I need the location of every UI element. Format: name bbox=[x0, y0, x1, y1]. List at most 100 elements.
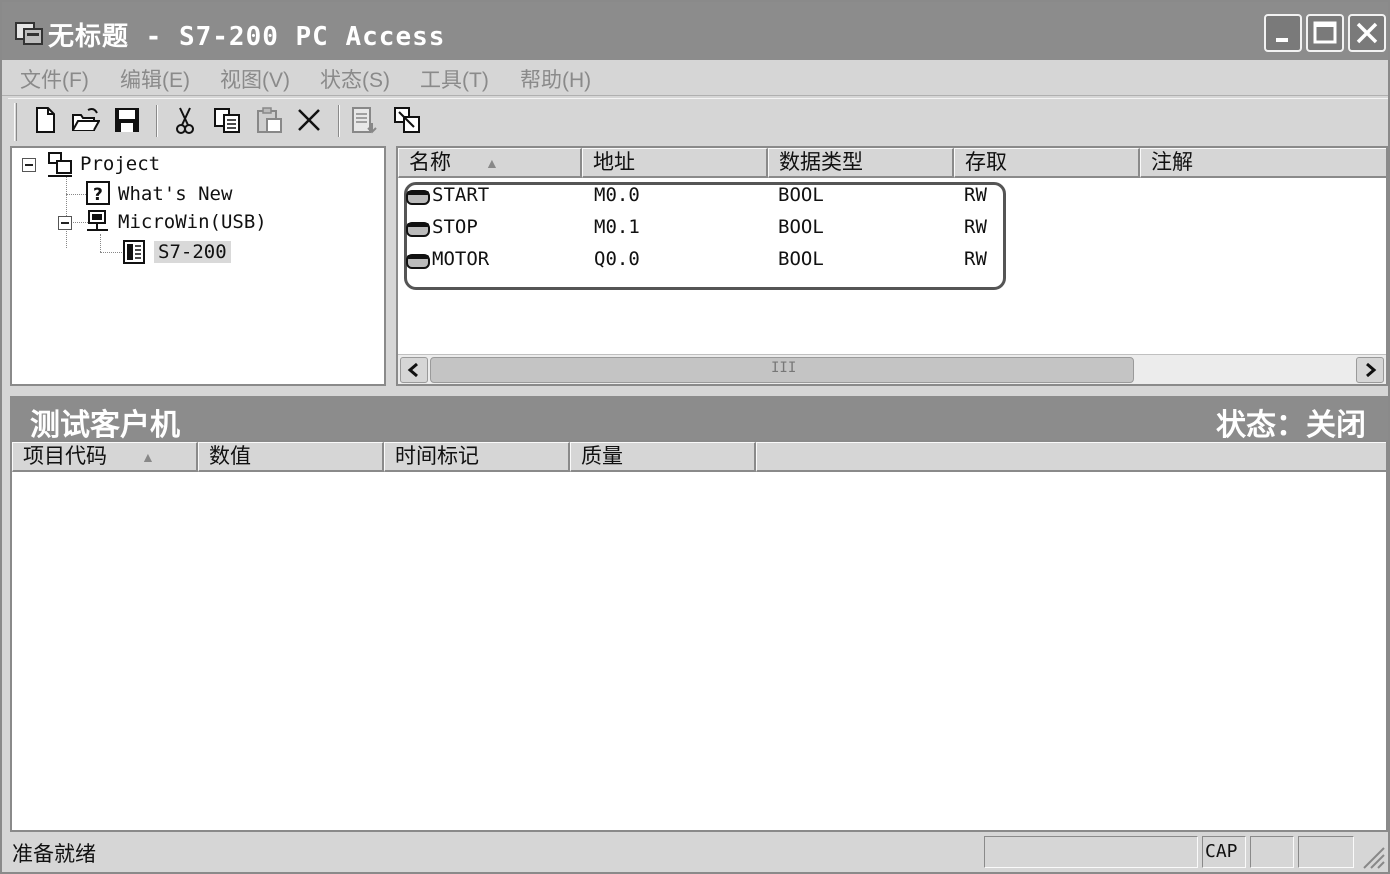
item-name: STOP bbox=[432, 216, 478, 238]
tree-label-s7-200: S7-200 bbox=[154, 241, 231, 263]
toolbar-grip[interactable] bbox=[14, 103, 17, 141]
network-icon bbox=[84, 208, 112, 236]
open-button[interactable] bbox=[68, 103, 102, 139]
item-access: RW bbox=[964, 184, 987, 206]
status-message: 准备就绪 bbox=[12, 843, 96, 866]
item-name: START bbox=[432, 184, 490, 206]
toolbar-separator bbox=[338, 105, 340, 137]
tree-node-project[interactable]: Project bbox=[46, 150, 160, 178]
table-row[interactable]: STOP M0.1 BOOL RW bbox=[398, 214, 1298, 244]
tree-label-project: Project bbox=[80, 153, 161, 175]
column-header-timestamp[interactable]: 时间标记 bbox=[384, 442, 570, 472]
copy-button[interactable] bbox=[210, 103, 244, 139]
column-header-access[interactable]: 存取 bbox=[954, 148, 1140, 178]
sort-ascending-icon: ▲ bbox=[141, 449, 155, 465]
main-window: 无标题 - S7-200 PC Access 文件(F) 编辑(E) 视图(V)… bbox=[0, 0, 1390, 874]
toolbar bbox=[8, 98, 1388, 144]
item-address: Q0.0 bbox=[594, 248, 640, 270]
tree-node-s7-200[interactable]: S7-200 bbox=[120, 238, 231, 266]
num-indicator bbox=[1250, 836, 1294, 868]
column-header-empty bbox=[756, 442, 1386, 472]
tag-icon bbox=[406, 188, 430, 206]
scroll-thumb[interactable]: III bbox=[430, 357, 1134, 383]
menu-help[interactable]: 帮助(H) bbox=[520, 64, 591, 94]
item-access: RW bbox=[964, 248, 987, 270]
project-tree: Project ? What's New MicroWin(USB) S7-20… bbox=[10, 146, 386, 386]
save-icon bbox=[115, 108, 139, 132]
menu-file[interactable]: 文件(F) bbox=[20, 64, 89, 94]
collapse-microwin-toggle[interactable] bbox=[58, 216, 72, 230]
chevron-right-icon bbox=[1366, 362, 1377, 378]
cut-button[interactable] bbox=[168, 103, 202, 139]
item-type: BOOL bbox=[778, 216, 824, 238]
delete-button[interactable] bbox=[292, 103, 326, 139]
tree-node-whats-new[interactable]: ? What's New bbox=[84, 180, 232, 208]
item-access: RW bbox=[964, 216, 987, 238]
caps-indicator: CAP bbox=[1202, 836, 1246, 868]
resize-grip-icon[interactable] bbox=[1358, 842, 1386, 870]
paste-button[interactable] bbox=[252, 103, 286, 139]
item-type: BOOL bbox=[778, 184, 824, 206]
menu-view[interactable]: 视图(V) bbox=[220, 64, 290, 94]
app-icon bbox=[14, 20, 44, 46]
table-row[interactable]: MOTOR Q0.0 BOOL RW bbox=[398, 246, 1298, 276]
column-header-value[interactable]: 数值 bbox=[198, 442, 384, 472]
chevron-left-icon bbox=[407, 362, 418, 378]
open-icon bbox=[72, 108, 100, 131]
delete-icon bbox=[298, 109, 320, 131]
scroll-indicator bbox=[1298, 836, 1354, 868]
tree-label-microwin: MicroWin(USB) bbox=[118, 211, 267, 233]
collapse-project-toggle[interactable] bbox=[22, 158, 36, 172]
item-list: 名称 ▲ 地址 数据类型 存取 注解 START M0.0 BOOL RW ST… bbox=[396, 146, 1388, 386]
new-icon bbox=[36, 107, 55, 133]
tag-icon bbox=[406, 252, 430, 270]
close-button[interactable] bbox=[1348, 14, 1386, 52]
test-client-button[interactable] bbox=[390, 103, 424, 139]
toolbar-separator bbox=[156, 105, 158, 137]
item-address: M0.0 bbox=[594, 184, 640, 206]
tag-icon bbox=[406, 220, 430, 238]
scroll-left-button[interactable] bbox=[400, 357, 428, 383]
maximize-button[interactable] bbox=[1306, 14, 1344, 52]
item-address: M0.1 bbox=[594, 216, 640, 238]
column-header-quality[interactable]: 质量 bbox=[570, 442, 756, 472]
copy-icon bbox=[214, 108, 240, 133]
new-button[interactable] bbox=[28, 103, 62, 139]
column-header-address[interactable]: 地址 bbox=[582, 148, 768, 178]
scroll-right-button[interactable] bbox=[1356, 357, 1384, 383]
sort-ascending-icon: ▲ bbox=[485, 155, 499, 171]
project-icon bbox=[46, 150, 74, 178]
table-row[interactable]: START M0.0 BOOL RW bbox=[398, 182, 1298, 212]
menu-tools[interactable]: 工具(T) bbox=[420, 64, 489, 94]
minimize-button[interactable] bbox=[1264, 14, 1302, 52]
plc-icon bbox=[120, 238, 148, 266]
test-client-status: 状态：关闭 bbox=[1216, 409, 1366, 442]
column-header-name[interactable]: 名称 ▲ bbox=[398, 148, 582, 178]
menu-edit[interactable]: 编辑(E) bbox=[120, 64, 190, 94]
test-client-list: 项目代码 ▲ 数值 时间标记 质量 bbox=[10, 440, 1388, 832]
column-header-datatype[interactable]: 数据类型 bbox=[768, 148, 954, 178]
add-item-icon bbox=[352, 107, 377, 134]
status-panel bbox=[984, 836, 1198, 868]
column-header-comment[interactable]: 注解 bbox=[1140, 148, 1386, 178]
cut-icon bbox=[176, 107, 194, 134]
add-item-button[interactable] bbox=[348, 103, 382, 139]
tree-label-whats-new: What's New bbox=[118, 183, 233, 205]
test-client-header: 测试客户机 状态：关闭 bbox=[10, 396, 1388, 442]
paste-icon bbox=[257, 107, 282, 133]
status-bar: 准备就绪 CAP bbox=[2, 832, 1388, 872]
save-button[interactable] bbox=[110, 103, 144, 139]
tree-node-microwin[interactable]: MicroWin(USB) bbox=[84, 208, 267, 236]
test-client-title: 测试客户机 bbox=[30, 409, 180, 442]
item-type: BOOL bbox=[778, 248, 824, 270]
menu-bar: 文件(F) 编辑(E) 视图(V) 状态(S) 工具(T) 帮助(H) bbox=[2, 60, 1388, 96]
column-header-item-code[interactable]: 项目代码 ▲ bbox=[12, 442, 198, 472]
test-client-icon bbox=[394, 107, 420, 133]
title-bar[interactable]: 无标题 - S7-200 PC Access bbox=[2, 2, 1388, 60]
menu-status[interactable]: 状态(S) bbox=[320, 64, 390, 94]
item-name: MOTOR bbox=[432, 248, 490, 270]
window-title: 无标题 - S7-200 PC Access bbox=[48, 22, 446, 52]
svg-text:?: ? bbox=[93, 185, 103, 205]
help-icon: ? bbox=[84, 180, 112, 208]
horizontal-scrollbar[interactable]: III bbox=[398, 354, 1386, 384]
